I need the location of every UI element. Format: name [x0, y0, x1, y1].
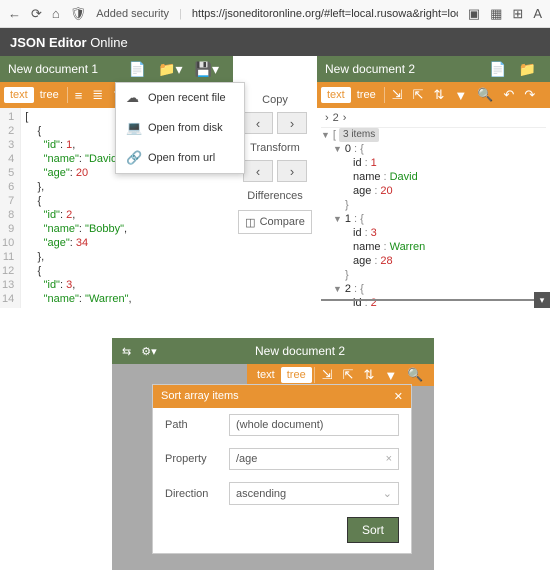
- back-icon[interactable]: ←: [8, 6, 21, 21]
- modal-title: Sort array items: [161, 390, 239, 403]
- compare-button[interactable]: ◫Compare: [238, 210, 312, 234]
- grid-icon[interactable]: ⊞: [512, 6, 523, 22]
- slider-thumb-icon[interactable]: ▾: [534, 292, 550, 308]
- right-doc-title[interactable]: New document 2: [325, 62, 483, 76]
- browser-bar: ← ⟳ ⌂ 🛡 Added security | https://jsonedi…: [0, 0, 550, 28]
- compact-icon[interactable]: ≣: [87, 87, 108, 103]
- filter-icon[interactable]: ▼: [449, 88, 472, 103]
- link-icon: 🔗: [126, 150, 140, 166]
- app-title-bar: JSON Editor Online: [0, 28, 550, 56]
- left-doc-title[interactable]: New document 1: [8, 62, 123, 76]
- app-title: JSON Editor Online: [10, 35, 128, 50]
- sort-icon[interactable]: ⇅: [359, 367, 380, 383]
- open-recent-item[interactable]: ☁Open recent file: [116, 83, 244, 113]
- mode-text-button[interactable]: text: [4, 87, 34, 103]
- copy-left-button[interactable]: ‹: [243, 112, 273, 134]
- text-size-icon[interactable]: A: [533, 6, 542, 21]
- shield-icon: 🛡: [70, 6, 87, 22]
- search-icon[interactable]: 🔍: [402, 367, 428, 383]
- overlay-view: ⇆ ⚙▾ New document 2 text tree ⇲ ⇱ ⇅ ▼ 🔍 …: [112, 338, 434, 570]
- open-disk-item[interactable]: 💻Open from disk: [116, 113, 244, 143]
- left-panel: New document 1 📄 📁▾ 💾▾ text tree ≡ ≣ ⇅ ☁…: [0, 56, 233, 308]
- copy-right-button[interactable]: ›: [277, 112, 307, 134]
- transform-left-button[interactable]: ‹: [243, 160, 273, 182]
- mode-tree-button[interactable]: tree: [351, 87, 382, 103]
- diff-label: Differences: [247, 186, 302, 204]
- filter-icon[interactable]: ▼: [379, 368, 402, 383]
- left-toolbar: text tree ≡ ≣ ⇅ ☁Open recent file 💻Open …: [0, 82, 233, 108]
- right-tree-view[interactable]: › 2 › ▼[ 3 items▼0 : {id : 1name : David…: [317, 108, 550, 308]
- expand-icon[interactable]: ⇲: [387, 87, 408, 103]
- chevron-right-icon: ›: [343, 111, 347, 125]
- laptop-icon: 💻: [126, 120, 140, 136]
- save-icon[interactable]: 💾▾: [189, 61, 225, 78]
- mode-tree-button[interactable]: tree: [281, 367, 312, 383]
- clear-icon[interactable]: ×: [386, 453, 392, 465]
- collapse-icon[interactable]: ⇱: [408, 87, 429, 103]
- open-folder-icon[interactable]: 📁▾: [152, 61, 188, 78]
- compare-icon: ◫: [245, 216, 255, 229]
- open-folder-icon[interactable]: 📁: [513, 61, 542, 78]
- transform-label: Transform: [250, 138, 300, 156]
- home-icon[interactable]: ⌂: [52, 6, 60, 21]
- transform-right-button[interactable]: ›: [277, 160, 307, 182]
- chevron-right-icon: ›: [325, 111, 329, 125]
- path-input[interactable]: (whole document): [229, 414, 399, 436]
- qr-icon[interactable]: ▦: [490, 6, 502, 22]
- expand-icon[interactable]: ⇲: [317, 367, 338, 383]
- sort-button[interactable]: Sort: [347, 517, 399, 543]
- undo-icon[interactable]: ↶: [498, 87, 519, 103]
- collapse-icon[interactable]: ⇱: [338, 367, 359, 383]
- line-gutter: 1234567891011121314151617: [0, 108, 21, 308]
- refresh-icon[interactable]: ⟳: [31, 6, 42, 22]
- property-label: Property: [165, 453, 221, 465]
- direction-label: Direction: [165, 488, 221, 500]
- breadcrumb[interactable]: › 2 ›: [321, 108, 546, 128]
- tab-icon[interactable]: ▣: [468, 6, 480, 22]
- new-doc-icon[interactable]: 📄: [123, 61, 152, 78]
- sort-modal: Sort array items ✕ Path (whole document)…: [152, 384, 412, 554]
- diff-slider[interactable]: ▾: [317, 292, 550, 308]
- mode-tree-button[interactable]: tree: [34, 87, 65, 103]
- close-icon[interactable]: ✕: [394, 390, 403, 403]
- cloud-icon: ☁: [126, 90, 140, 106]
- open-menu: ☁Open recent file 💻Open from disk 🔗Open …: [115, 82, 245, 174]
- gear-icon[interactable]: ⚙▾: [141, 345, 156, 358]
- security-label: Added security: [96, 8, 169, 20]
- search-icon[interactable]: 🔍: [472, 87, 498, 103]
- chevron-down-icon: ⌄: [383, 487, 392, 500]
- middle-column: Copy ‹ › Transform ‹ › Differences ◫Comp…: [233, 56, 317, 308]
- share-icon[interactable]: ⇆: [122, 345, 131, 358]
- right-panel-header: New document 2 📄 📁: [317, 56, 550, 82]
- right-toolbar: text tree ⇲ ⇱ ⇅ ▼ 🔍 ↶ ↷: [317, 82, 550, 108]
- sort-icon[interactable]: ⇅: [429, 87, 450, 103]
- copy-label: Copy: [262, 90, 288, 108]
- mode-text-button[interactable]: text: [251, 367, 281, 383]
- right-panel: New document 2 📄 📁 text tree ⇲ ⇱ ⇅ ▼ 🔍 ↶…: [317, 56, 550, 308]
- format-icon[interactable]: ≡: [70, 88, 88, 103]
- direction-select[interactable]: ascending⌄: [229, 482, 399, 505]
- address-bar[interactable]: https://jsoneditoronline.org/#left=local…: [192, 8, 458, 20]
- path-label: Path: [165, 419, 221, 431]
- mode-text-button[interactable]: text: [321, 87, 351, 103]
- overlay-doc-title[interactable]: New document 2: [247, 338, 434, 364]
- redo-icon[interactable]: ↷: [519, 87, 540, 103]
- open-url-item[interactable]: 🔗Open from url: [116, 143, 244, 173]
- new-doc-icon[interactable]: 📄: [483, 61, 512, 78]
- left-panel-header: New document 1 📄 📁▾ 💾▾: [0, 56, 233, 82]
- property-input[interactable]: /age×: [229, 448, 399, 470]
